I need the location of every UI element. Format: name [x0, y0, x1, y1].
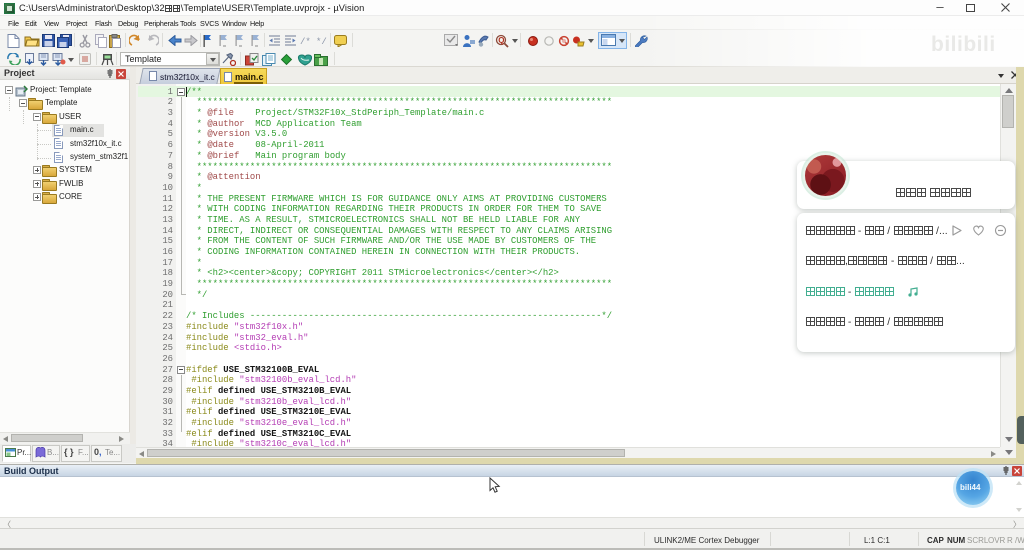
svg-text:/*: /* [300, 37, 311, 46]
svg-text:*/: */ [316, 37, 327, 46]
svg-text:Q: Q [498, 36, 504, 45]
